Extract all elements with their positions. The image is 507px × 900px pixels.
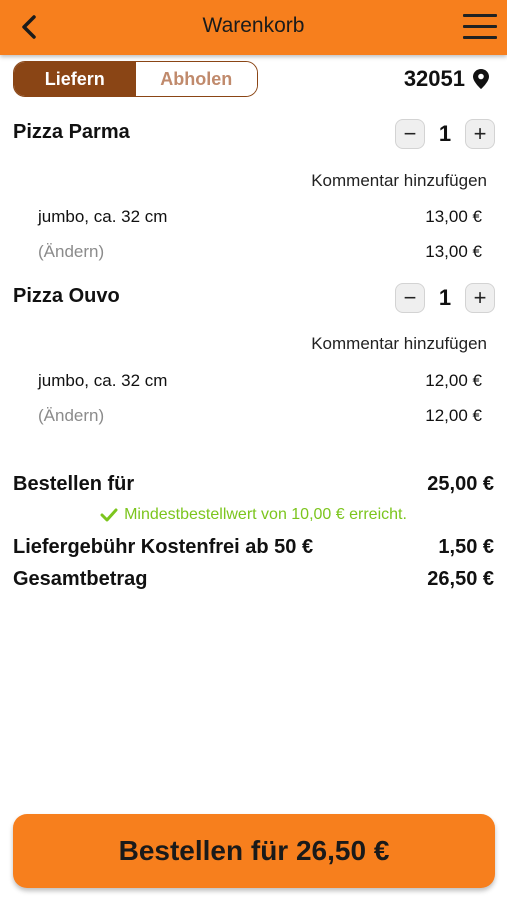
- min-order-notice: Mindestbestellwert von 10,00 € erreicht.: [0, 506, 507, 524]
- increase-quantity-button[interactable]: +: [465, 283, 495, 313]
- edit-item-link[interactable]: (Ändern): [38, 242, 104, 262]
- subtotal-row: Bestellen für 25,00 €: [13, 473, 494, 496]
- total-label: Gesamtbetrag: [13, 568, 148, 590]
- cart-item-name: Pizza Parma: [13, 121, 130, 143]
- item-total: 12,00 €: [425, 406, 482, 425]
- place-order-button[interactable]: Bestellen für 26,50 €: [13, 814, 495, 888]
- app-header: Warenkorb: [0, 0, 507, 55]
- quantity-value: 1: [438, 121, 452, 146]
- min-order-text: Mindestbestellwert von 10,00 € erreicht.: [124, 506, 407, 523]
- cart-item-name: Pizza Ouvo: [13, 285, 120, 307]
- quantity-value: 1: [438, 285, 452, 310]
- add-comment-link[interactable]: Kommentar hinzufügen: [311, 334, 487, 354]
- delivery-fee-label: Liefergebühr Kostenfrei ab 50 €: [13, 536, 314, 558]
- item-total-row: (Ändern) 13,00 €: [38, 242, 482, 262]
- delivery-mode-toggle: Liefern Abholen: [13, 61, 258, 97]
- decrease-quantity-button[interactable]: −: [395, 283, 425, 313]
- checkmark-icon: [100, 508, 118, 522]
- subtotal-value: 25,00 €: [427, 473, 494, 495]
- total-value: 26,50 €: [427, 568, 494, 590]
- item-option-label: jumbo, ca. 32 cm: [38, 371, 168, 390]
- quantity-stepper: − 1 +: [395, 283, 495, 313]
- item-option-price: 13,00 €: [425, 207, 482, 226]
- edit-item-link[interactable]: (Ändern): [38, 406, 104, 426]
- hamburger-menu-icon[interactable]: [463, 14, 497, 40]
- item-option-row: jumbo, ca. 32 cm 12,00 €: [38, 371, 482, 391]
- total-row: Gesamtbetrag 26,50 €: [13, 568, 494, 591]
- increase-quantity-button[interactable]: +: [465, 119, 495, 149]
- subtotal-label: Bestellen für: [13, 473, 135, 495]
- item-option-label: jumbo, ca. 32 cm: [38, 207, 168, 226]
- page-title: Warenkorb: [202, 14, 305, 37]
- decrease-quantity-button[interactable]: −: [395, 119, 425, 149]
- delivery-fee-value: 1,50 €: [438, 536, 494, 558]
- zip-code: 32051: [403, 66, 465, 91]
- toggle-pickup[interactable]: Abholen: [135, 62, 257, 96]
- item-option-row: jumbo, ca. 32 cm 13,00 €: [38, 207, 482, 227]
- item-total-row: (Ändern) 12,00 €: [38, 406, 482, 426]
- add-comment-link[interactable]: Kommentar hinzufügen: [311, 171, 487, 191]
- map-pin-icon: [473, 69, 489, 89]
- quantity-stepper: − 1 +: [395, 119, 495, 149]
- delivery-fee-row: Liefergebühr Kostenfrei ab 50 € 1,50 €: [13, 536, 494, 559]
- item-total: 13,00 €: [425, 242, 482, 261]
- toggle-deliver[interactable]: Liefern: [14, 62, 136, 96]
- item-option-price: 12,00 €: [425, 371, 482, 390]
- location-zip[interactable]: 32051: [404, 66, 489, 92]
